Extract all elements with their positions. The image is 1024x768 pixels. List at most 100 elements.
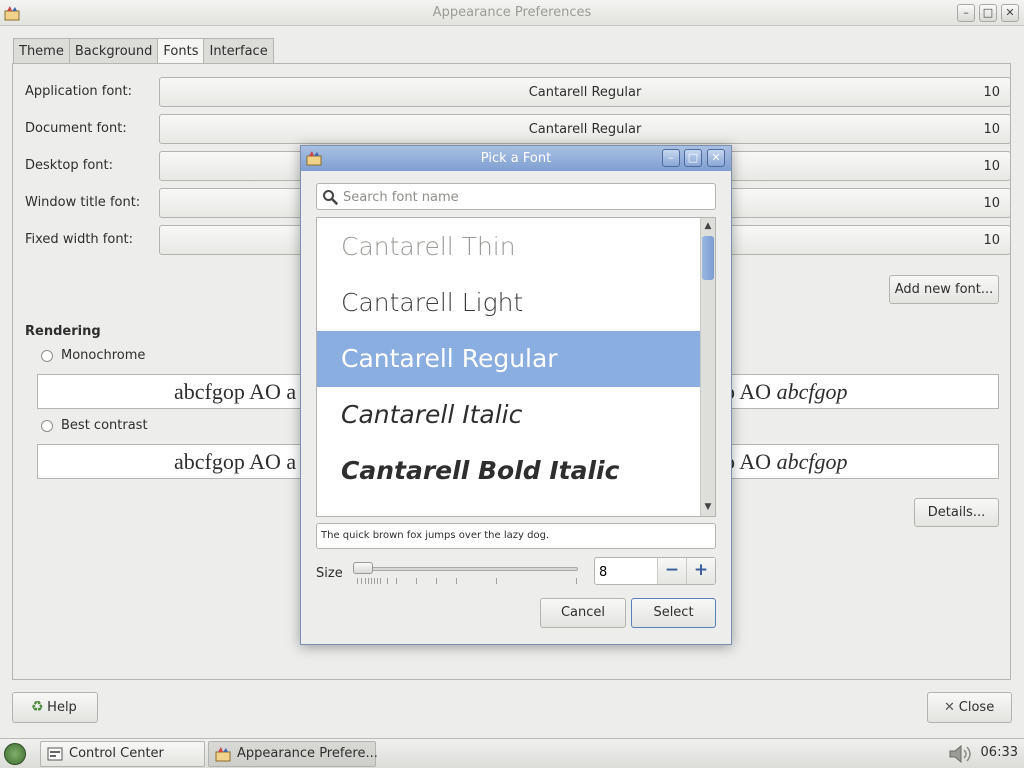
task-appearance-preferences[interactable]: Appearance Prefere... [208,741,378,767]
task-label: Control Center [69,746,164,761]
sample-italic-text: abcfgop [776,449,848,474]
slider-tick [377,578,378,584]
slider-tick [380,578,381,584]
window-title: Appearance Preferences [432,5,592,20]
slider-tick [374,578,375,584]
close-window-button[interactable]: ✕ [1001,4,1019,22]
sample-italic-text: abcfgop [776,379,848,404]
desktop-font-label: Desktop font: [25,158,113,173]
slider-tick [576,578,577,584]
font-list-scrollbar[interactable]: ▲ ▼ [700,218,715,516]
slider-tick [357,578,358,584]
monochrome-radio[interactable] [41,350,53,362]
select-button[interactable]: Select [631,598,716,628]
size-spinbox[interactable]: − + [594,557,716,585]
font-size: 10 [983,159,1000,174]
app-icon [215,747,231,762]
application-font-row: Application font: Cantarell Regular 10 [25,77,1011,107]
best-contrast-label: Best contrast [61,418,148,433]
slider-tick [496,578,497,584]
main-menu-icon[interactable] [4,743,26,765]
taskbar: Control Center Appearance Prefere... 06:… [0,738,1024,768]
document-font-row: Document font: Cantarell Regular 10 [25,114,1011,144]
sample-text-right: o AO abcfgop [724,449,847,475]
fixed-width-font-label: Fixed width font: [25,232,134,247]
font-name: Cantarell Regular [528,122,642,137]
font-list: Cantarell Thin Cantarell Light Cantarell… [316,217,716,517]
slider-track [353,567,578,571]
rendering-heading: Rendering [25,324,101,339]
tab-interface[interactable]: Interface [203,38,274,64]
control-center-icon [47,747,63,761]
font-size: 10 [983,196,1000,211]
monochrome-label: Monochrome [61,348,146,363]
slider-tick [436,578,437,584]
sample-text-right: o AO abcfgop [724,379,847,405]
best-contrast-radio[interactable] [41,420,53,432]
slider-tick [368,578,369,584]
sample-text-left: abcfgop AO a [174,449,297,474]
font-item-cantarell-italic[interactable]: Cantarell Italic [317,387,700,443]
font-item-cantarell-thin[interactable]: Cantarell Thin [317,219,700,275]
scroll-down-arrow-icon[interactable]: ▼ [703,501,713,513]
slider-tick [396,578,397,584]
font-preview-field[interactable]: The quick brown fox jumps over the lazy … [316,523,716,549]
tab-bar: Theme Background Fonts Interface [13,38,274,65]
details-button[interactable]: Details... [914,498,999,527]
scrollbar-thumb[interactable] [702,236,714,280]
font-item-cantarell-light[interactable]: Cantarell Light [317,275,700,331]
size-increase-button[interactable]: + [686,558,715,584]
task-control-center[interactable]: Control Center [40,741,205,767]
cancel-button[interactable]: Cancel [540,598,626,628]
size-input[interactable] [599,563,655,581]
slider-knob[interactable] [353,562,373,574]
slider-tick [416,578,417,584]
close-button[interactable]: ✕ Close [927,692,1012,723]
size-decrease-button[interactable]: − [657,558,686,584]
application-font-label: Application font: [25,84,133,99]
font-search-box[interactable] [316,183,716,210]
document-font-label: Document font: [25,121,127,136]
slider-tick [361,578,362,584]
task-label: Appearance Prefere... [237,746,378,761]
tab-theme[interactable]: Theme [13,38,70,64]
add-new-font-button[interactable]: Add new font... [889,275,999,304]
window-titlebar[interactable]: Appearance Preferences – □ ✕ [0,0,1024,26]
close-icon: ✕ [944,700,955,715]
minimize-button[interactable]: – [957,4,975,22]
close-label: Close [958,700,995,715]
slider-tick [387,578,388,584]
dialog-maximize-button[interactable]: □ [684,149,702,167]
window-title-font-label: Window title font: [25,195,141,210]
volume-icon[interactable] [946,743,976,765]
font-size: 10 [983,233,1000,248]
document-font-button[interactable]: Cantarell Regular 10 [159,114,1011,144]
font-name: Cantarell Regular [528,85,642,100]
help-button[interactable]: ♻ Help [12,692,98,723]
size-slider[interactable] [353,562,578,586]
pick-font-dialog: Pick a Font – □ ✕ Cantarell Thin Cantare… [300,145,732,645]
tab-fonts[interactable]: Fonts [157,38,205,65]
search-icon [323,190,338,205]
font-size: 10 [983,85,1000,100]
font-item-cantarell-bold-italic[interactable]: Cantarell Bold Italic [317,443,700,499]
font-item-cantarell-regular[interactable]: Cantarell Regular [317,331,700,387]
font-size: 10 [983,122,1000,137]
maximize-button[interactable]: □ [979,4,997,22]
dialog-close-button[interactable]: ✕ [707,149,725,167]
sample-text-left: abcfgop AO a [174,379,297,404]
slider-tick [371,578,372,584]
slider-tick [365,578,366,584]
size-label: Size [316,566,343,581]
tab-background[interactable]: Background [68,38,159,64]
slider-tick [456,578,457,584]
application-font-button[interactable]: Cantarell Regular 10 [159,77,1011,107]
sample-text-right-inner: o AO abcfgop [724,379,848,404]
clock[interactable]: 06:33 [981,745,1018,760]
help-label: Help [47,700,77,715]
sample-text-right-inner: o AO abcfgop [724,449,848,474]
font-search-input[interactable] [343,188,703,206]
dialog-minimize-button[interactable]: – [662,149,680,167]
scroll-up-arrow-icon[interactable]: ▲ [703,220,713,232]
dialog-titlebar[interactable]: Pick a Font – □ ✕ [301,146,731,171]
